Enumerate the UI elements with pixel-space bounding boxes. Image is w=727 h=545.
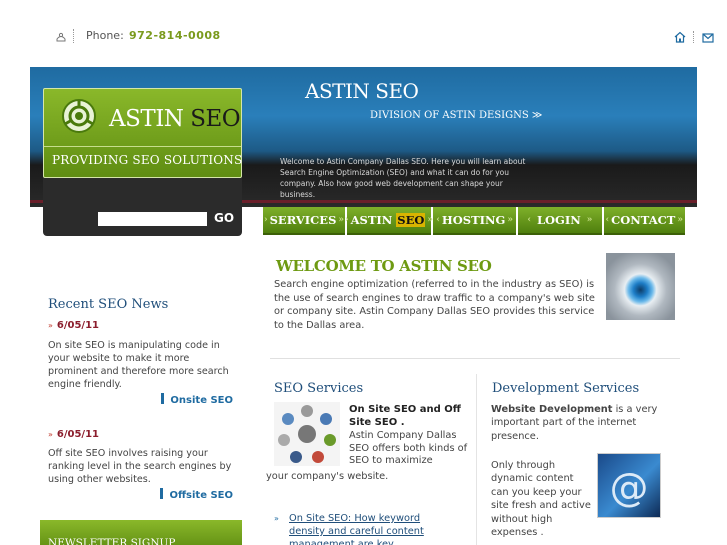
nav-login[interactable]: ‹ LOGIN » — [518, 207, 602, 235]
nav-arrow-icon: › — [264, 215, 268, 225]
site-title: ASTIN SEO — [305, 79, 419, 103]
divider — [73, 29, 74, 43]
network-image — [274, 402, 340, 466]
logo-divider — [44, 146, 241, 147]
nav-hosting[interactable]: ‹ HOSTING » — [433, 207, 517, 235]
nav-astin-seo[interactable]: › ASTIN SEO » — [344, 207, 433, 235]
home-icon[interactable] — [674, 31, 686, 43]
nav-label: CONTACT — [611, 213, 676, 227]
nav-arrow-icon: » — [507, 215, 513, 225]
divider — [693, 31, 694, 43]
top-bar: Phone: 972-814-0008 — [0, 0, 727, 64]
nav-arrow-icon: › — [344, 215, 349, 225]
development-text: Only through dynamic content can you kee… — [491, 460, 591, 539]
news-date: » 6/05/11 — [48, 320, 100, 331]
search-go-button[interactable]: GO — [214, 211, 234, 225]
mail-icon[interactable] — [702, 31, 714, 43]
services-text: Astin Company Dallas SEO offers both kin… — [349, 430, 468, 467]
news-text: On site SEO is manipulating code in your… — [48, 340, 229, 390]
news-date: » 6/05/11 — [48, 429, 100, 440]
onsite-seo-article-link[interactable]: On Site SEO: How keyword density and car… — [289, 512, 459, 545]
nav-label: ASTIN — [350, 213, 393, 227]
logo-text-astin: ASTIN — [109, 106, 184, 132]
phone-number[interactable]: 972-814-0008 — [129, 29, 221, 42]
nav-arrow-icon: » — [677, 215, 683, 225]
email-at-image: @ — [597, 453, 661, 518]
nav-arrow-icon: ‹ — [436, 215, 440, 225]
development-text: Website Development is a very important … — [491, 404, 658, 442]
nav-arrow-icon: » — [338, 215, 344, 225]
nav-label: SERVICES — [269, 213, 337, 227]
offsite-seo-link[interactable]: Offsite SEO — [160, 488, 233, 501]
arrow-icon: » — [274, 514, 279, 523]
division-link[interactable]: DIVISION OF ASTIN DESIGNS ≫ — [370, 110, 542, 121]
nav-arrow-icon: ‹ — [605, 215, 610, 225]
bullet-icon: » — [48, 430, 53, 439]
search-panel — [43, 178, 242, 236]
nav-arrow-icon: ‹ — [527, 215, 531, 225]
news-text: Off site SEO involves raising your ranki… — [48, 448, 232, 485]
nav-services[interactable]: › SERVICES » — [263, 207, 345, 235]
services-text: your company's website. — [266, 471, 389, 482]
divider — [270, 358, 680, 359]
eye-image — [606, 253, 675, 320]
logo-text-seo: SEO — [190, 106, 241, 132]
logo-text: ASTIN SEO — [109, 106, 241, 132]
nav-label: LOGIN — [536, 213, 581, 227]
logo-emblem-icon — [62, 99, 96, 133]
newsletter-label: NEWSLETTER SIGNUP — [48, 537, 176, 545]
svg-text:@: @ — [610, 466, 649, 511]
nav-label: HOSTING — [441, 213, 506, 227]
main-nav: › SERVICES » › ASTIN SEO » ‹ HOSTING » ‹… — [263, 207, 685, 235]
development-services-title: Development Services — [492, 381, 640, 396]
nav-arrow-icon: » — [586, 215, 593, 225]
search-input[interactable] — [98, 212, 207, 226]
nav-contact[interactable]: ‹ CONTACT » — [603, 207, 685, 235]
welcome-title: WELCOME TO ASTIN SEO — [276, 257, 492, 275]
phone-icon — [56, 32, 66, 42]
link-bar-icon — [161, 393, 165, 404]
onsite-seo-link[interactable]: Onsite SEO — [161, 393, 233, 406]
link-bar-icon — [160, 488, 164, 499]
column-divider — [476, 374, 477, 545]
seo-services-title: SEO Services — [274, 381, 364, 396]
welcome-text: Search engine optimization (referred to … — [274, 279, 595, 331]
logo-tagline: PROVIDING SEO SOLUTIONS — [52, 153, 243, 167]
recent-news-title: Recent SEO News — [48, 297, 169, 312]
bullet-icon: » — [48, 321, 53, 330]
services-heading: On Site SEO and Off Site SEO . — [349, 404, 461, 428]
intro-text: Welcome to Astin Company Dallas SEO. Her… — [280, 157, 526, 199]
phone-label: Phone: — [86, 29, 124, 42]
nav-label-highlight: SEO — [396, 213, 426, 227]
